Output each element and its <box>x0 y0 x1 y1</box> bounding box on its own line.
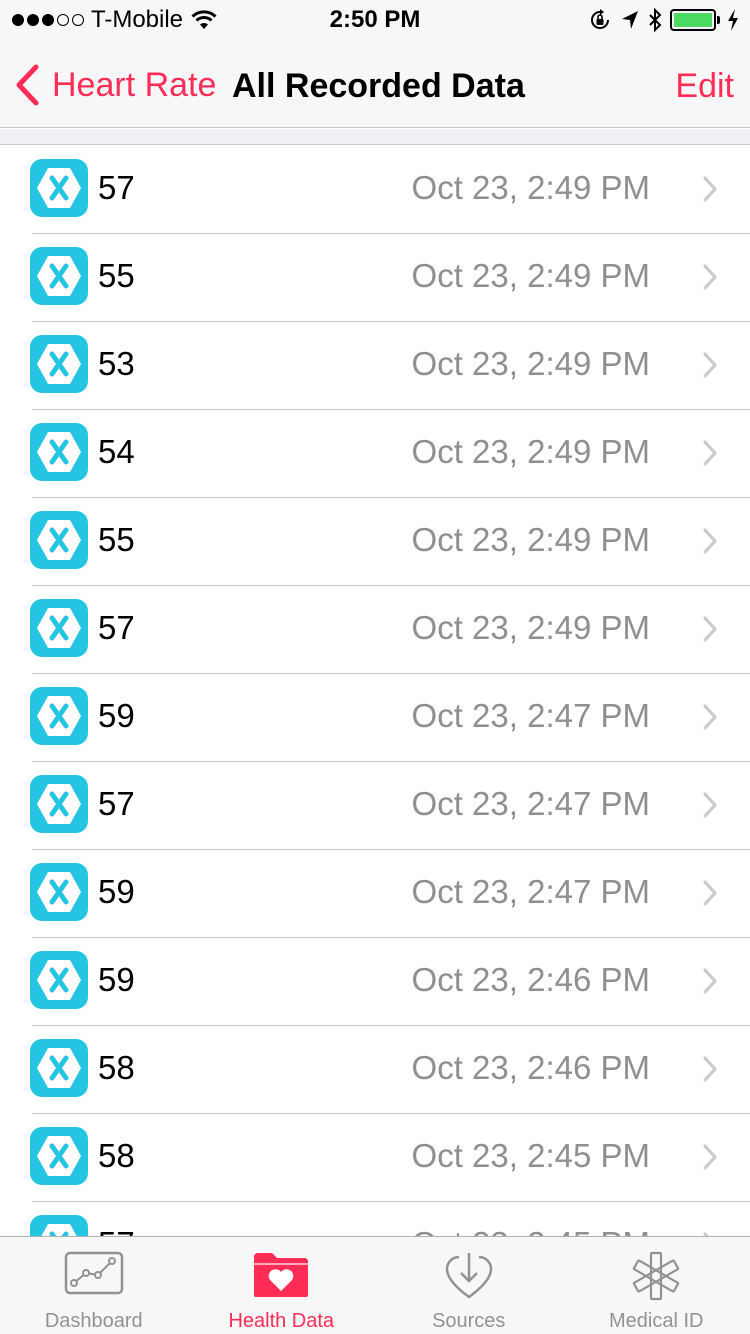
table-row[interactable]: 57 Oct 23, 2:49 PM <box>0 146 750 234</box>
back-button-label: Heart Rate <box>52 66 217 104</box>
sources-download-heart-icon <box>445 1253 493 1299</box>
xamarin-app-icon <box>30 1215 88 1236</box>
table-row[interactable]: 59 Oct 23, 2:47 PM <box>0 674 750 762</box>
chevron-right-icon <box>703 440 717 466</box>
tab-sources[interactable]: Sources <box>375 1237 563 1334</box>
tab-medical-id[interactable]: Medical ID <box>563 1237 750 1334</box>
recorded-date: Oct 23, 2:49 PM <box>411 609 650 646</box>
xamarin-app-icon <box>30 1127 88 1185</box>
table-row[interactable]: 57 Oct 23, 2:47 PM <box>0 762 750 850</box>
recorded-date: Oct 23, 2:49 PM <box>411 345 650 382</box>
chevron-right-icon <box>703 704 717 730</box>
tab-sources-label: Sources <box>432 1310 506 1332</box>
recorded-date: Oct 23, 2:47 PM <box>411 697 650 734</box>
chevron-right-icon <box>703 968 717 994</box>
tab-bar: Dashboard Health Data Sources Medical ID <box>0 1236 750 1334</box>
recorded-date: Oct 23, 2:49 PM <box>411 257 650 294</box>
recorded-date: Oct 23, 2:46 PM <box>411 1049 650 1086</box>
table-row[interactable]: 55 Oct 23, 2:49 PM <box>0 498 750 586</box>
recorded-date: Oct 23, 2:46 PM <box>411 961 650 998</box>
table-row[interactable]: 59 Oct 23, 2:47 PM <box>0 850 750 938</box>
table-row[interactable]: 57 Oct 23, 2:49 PM <box>0 586 750 674</box>
xamarin-app-icon <box>30 599 88 657</box>
chevron-right-icon <box>703 1144 717 1170</box>
heart-rate-value: 58 <box>98 1137 135 1174</box>
tab-health-data[interactable]: Health Data <box>188 1237 376 1334</box>
table-row[interactable]: 54 Oct 23, 2:49 PM <box>0 410 750 498</box>
edit-button[interactable]: Edit <box>675 66 734 106</box>
heart-rate-value: 53 <box>98 345 135 382</box>
battery-tip <box>717 16 720 24</box>
location-arrow-icon <box>622 11 638 29</box>
chevron-right-icon <box>703 528 717 554</box>
recorded-date: Oct 23, 2:49 PM <box>411 433 650 470</box>
back-button[interactable]: Heart Rate <box>14 64 216 106</box>
table-row[interactable]: 58 Oct 23, 2:45 PM <box>0 1114 750 1202</box>
chevron-right-icon <box>703 352 717 378</box>
tab-dashboard[interactable]: Dashboard <box>0 1237 188 1334</box>
tab-dashboard-label: Dashboard <box>44 1310 143 1332</box>
recorded-data-list[interactable]: 57 Oct 23, 2:49 PM 55 Oct 23, 2:49 PM 53 Oct … <box>0 146 750 1236</box>
heart-rate-value: 57 <box>98 609 135 646</box>
chevron-right-icon <box>703 264 717 290</box>
xamarin-app-icon <box>30 511 88 569</box>
table-row[interactable]: 55 Oct 23, 2:49 PM <box>0 234 750 322</box>
chevron-right-icon <box>703 176 717 202</box>
table-row[interactable]: 57 Oct 23, 2:45 PM <box>0 1202 750 1236</box>
chevron-right-icon <box>703 616 717 642</box>
xamarin-app-icon <box>30 775 88 833</box>
table-row[interactable]: 58 Oct 23, 2:46 PM <box>0 1026 750 1114</box>
xamarin-app-icon <box>30 423 88 481</box>
status-right <box>580 8 740 32</box>
battery-icon <box>670 9 720 31</box>
heart-rate-value: 58 <box>98 1049 135 1086</box>
heart-rate-value: 59 <box>98 697 135 734</box>
xamarin-app-icon <box>30 159 88 217</box>
xamarin-app-icon <box>30 951 88 1009</box>
page-title: All Recorded Data <box>232 67 525 105</box>
table-row[interactable]: 53 Oct 23, 2:49 PM <box>0 322 750 410</box>
chevron-right-icon <box>703 1056 717 1082</box>
heart-rate-value: 59 <box>98 961 135 998</box>
medical-star-icon <box>633 1251 680 1301</box>
health-data-folder-icon <box>254 1253 309 1297</box>
heart-rate-value: 57 <box>98 169 135 206</box>
recorded-date: Oct 23, 2:47 PM <box>411 873 650 910</box>
navigation-bar: Heart Rate All Recorded Data Edit <box>0 40 750 128</box>
recorded-date: Oct 23, 2:49 PM <box>411 169 650 206</box>
xamarin-app-icon <box>30 687 88 745</box>
heart-rate-value: 57 <box>98 785 135 822</box>
heart-rate-value: 57 <box>98 1224 135 1236</box>
orientation-lock-icon <box>591 9 609 29</box>
recorded-date: Oct 23, 2:45 PM <box>411 1137 650 1174</box>
xamarin-app-icon <box>30 1039 88 1097</box>
heart-rate-value: 54 <box>98 433 135 470</box>
xamarin-app-icon <box>30 247 88 305</box>
heart-rate-value: 59 <box>98 873 135 910</box>
recorded-date: Oct 23, 2:45 PM <box>412 1224 650 1236</box>
xamarin-app-icon <box>30 863 88 921</box>
recorded-date: Oct 23, 2:47 PM <box>411 785 650 822</box>
chevron-left-icon <box>16 64 39 106</box>
heart-rate-value: 55 <box>98 257 135 294</box>
table-row[interactable]: 59 Oct 23, 2:46 PM <box>0 938 750 1026</box>
tab-medical-id-label: Medical ID <box>609 1310 704 1332</box>
status-bar: T-Mobile 2:50 PM <box>0 0 750 40</box>
section-separator <box>0 129 750 145</box>
heart-rate-value: 55 <box>98 521 135 558</box>
bluetooth-icon <box>649 8 662 32</box>
dashboard-chart-icon <box>64 1251 123 1295</box>
chevron-right-icon <box>703 880 717 906</box>
charging-bolt-icon <box>728 9 738 31</box>
xamarin-app-icon <box>30 335 88 393</box>
recorded-date: Oct 23, 2:49 PM <box>411 521 650 558</box>
tab-health-data-label: Health Data <box>228 1310 335 1332</box>
chevron-right-icon <box>703 792 717 818</box>
battery-level <box>674 13 712 27</box>
